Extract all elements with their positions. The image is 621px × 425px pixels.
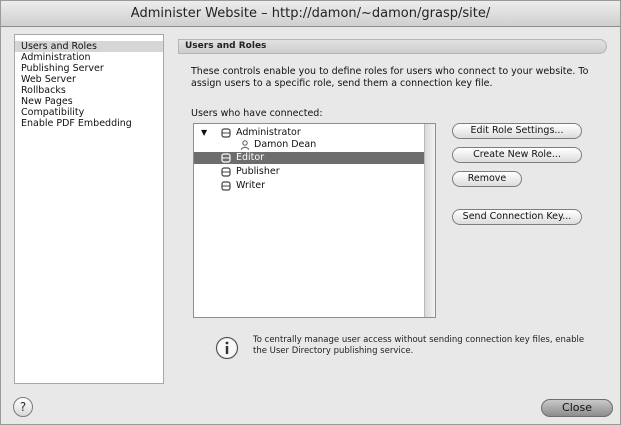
list-item-label: Damon Dean [254, 139, 317, 150]
settings-sidebar: Users and Roles Administration Publishin… [14, 34, 164, 384]
list-item[interactable]: Editor [194, 152, 424, 164]
info-icon [215, 336, 239, 360]
sidebar-item-enable-pdf-embedding[interactable]: Enable PDF Embedding [15, 118, 163, 129]
info-note: To centrally manage user access without … [215, 334, 595, 366]
list-item-label: Publisher [236, 166, 280, 177]
sidebar-item-publishing-server[interactable]: Publishing Server [15, 63, 163, 74]
list-item[interactable]: Publisher [194, 166, 424, 178]
list-item[interactable]: ▼ Administrator [194, 127, 424, 139]
sidebar-item-rollbacks[interactable]: Rollbacks [15, 85, 163, 96]
users-list-label: Users who have connected: [191, 108, 323, 119]
sidebar-item-administration[interactable]: Administration [15, 52, 163, 63]
list-item-label: Editor [236, 152, 265, 163]
list-item[interactable]: Writer [194, 180, 424, 192]
sidebar-item-users-and-roles[interactable]: Users and Roles [15, 41, 163, 52]
role-icon [221, 181, 231, 191]
role-icon [221, 128, 231, 138]
close-button[interactable]: Close [541, 399, 613, 417]
create-new-role-button[interactable]: Create New Role... [452, 147, 582, 163]
users-list[interactable]: ▼ Administrator Damon Dean Editor Publis… [193, 123, 436, 318]
info-note-text: To centrally manage user access without … [253, 335, 585, 356]
send-connection-key-button[interactable]: Send Connection Key... [452, 209, 582, 225]
sidebar-item-web-server[interactable]: Web Server [15, 74, 163, 85]
list-item-label: Administrator [236, 127, 301, 138]
help-button[interactable]: ? [13, 397, 33, 417]
window-title: Administer Website – http://damon/~damon… [1, 1, 620, 27]
sidebar-item-compatibility[interactable]: Compatibility [15, 107, 163, 118]
disclosure-triangle-icon[interactable]: ▼ [201, 127, 207, 139]
administer-website-window: Administer Website – http://damon/~damon… [0, 0, 621, 425]
edit-role-settings-button[interactable]: Edit Role Settings... [452, 123, 582, 139]
sidebar-item-new-pages[interactable]: New Pages [15, 96, 163, 107]
role-icon [221, 167, 231, 177]
role-icon [221, 153, 231, 163]
remove-button[interactable]: Remove [452, 171, 522, 187]
section-header: Users and Roles [178, 39, 607, 54]
section-description: These controls enable you to define role… [191, 66, 589, 89]
users-list-scrollbar[interactable] [424, 124, 435, 317]
list-item-label: Writer [236, 180, 265, 191]
user-icon [240, 140, 250, 150]
list-item[interactable]: Damon Dean [194, 139, 424, 151]
